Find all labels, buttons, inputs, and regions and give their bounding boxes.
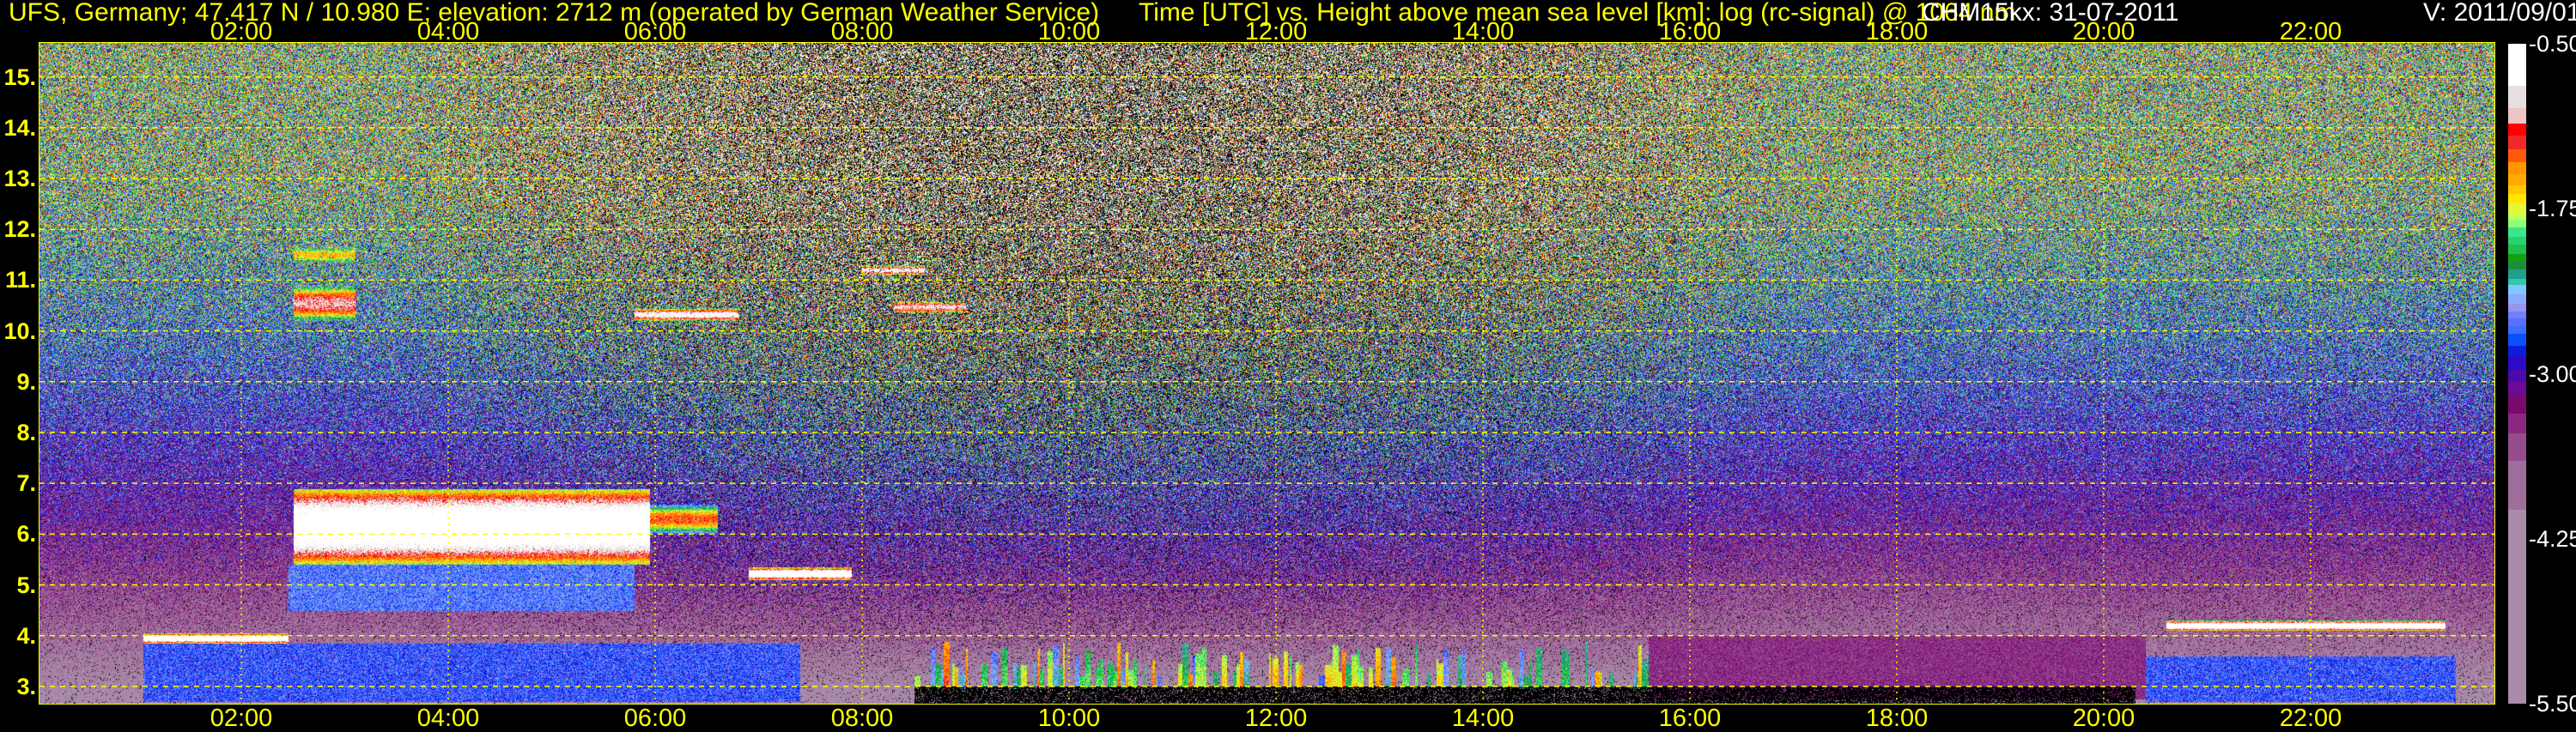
y-tick-label: 10. — [3, 318, 36, 344]
colorbar-segment — [2508, 244, 2526, 255]
y-tick-label: 5. — [16, 572, 36, 598]
colorbar-segment — [2508, 413, 2526, 434]
colorbar-segment — [2508, 285, 2526, 295]
y-tick-label: 6. — [16, 521, 36, 547]
x-tick-label-bottom: 10:00 — [1037, 705, 1101, 732]
colorbar-segment — [2508, 433, 2526, 462]
y-tick-label: 12. — [3, 216, 36, 243]
x-tick-label-top: 02:00 — [210, 18, 273, 45]
x-tick-label-top: 04:00 — [416, 18, 480, 45]
colorbar-segment — [2508, 194, 2526, 204]
colorbar-label: -3.00 — [2529, 360, 2576, 387]
colorbar-segment — [2508, 227, 2526, 238]
colorbar-segment — [2508, 185, 2526, 195]
y-tick-label: 15. — [3, 64, 36, 90]
instrument-date: CHM15kx: 31-07-2011 — [1922, 0, 2179, 27]
colorbar-segment — [2508, 461, 2526, 511]
x-tick-label-bottom: 04:00 — [416, 705, 480, 732]
colorbar-segment — [2508, 294, 2526, 305]
x-tick-label-bottom: 08:00 — [830, 705, 894, 732]
y-tick-label: 11. — [4, 267, 36, 293]
colorbar-label: -0.50 — [2529, 31, 2576, 57]
x-tick-label-top: 16:00 — [1658, 18, 1722, 45]
colorbar-segment — [2508, 124, 2526, 136]
colorbar — [2508, 44, 2526, 705]
colorbar-segment — [2508, 334, 2526, 347]
y-tick-label: 13. — [3, 166, 36, 192]
x-tick-label-top: 12:00 — [1244, 18, 1308, 45]
colorbar-segment — [2508, 346, 2526, 356]
colorbar-segment — [2508, 107, 2526, 124]
colorbar-segment — [2508, 369, 2526, 383]
colorbar-segment — [2508, 269, 2526, 280]
x-tick-label-top: 14:00 — [1451, 18, 1515, 45]
x-tick-label-bottom: 18:00 — [1865, 705, 1929, 732]
colorbar-segment — [2508, 174, 2526, 186]
colorbar-segment — [2508, 149, 2526, 163]
colorbar-segment — [2508, 395, 2526, 414]
colorbar-segment — [2508, 381, 2526, 396]
version-label: V: 2011/09/01 — [2423, 0, 2576, 27]
x-tick-label-top: 18:00 — [1865, 18, 1929, 45]
colorbar-label: -5.50 — [2529, 691, 2576, 717]
y-tick-label: 4. — [16, 622, 36, 649]
x-tick-label-top: 20:00 — [2072, 18, 2136, 45]
y-tick-label: 14. — [3, 114, 36, 141]
y-tick-label: 8. — [16, 419, 36, 445]
plot-frame — [39, 42, 2495, 705]
x-tick-label-bottom: 22:00 — [2279, 705, 2342, 732]
x-tick-label-top: 08:00 — [830, 18, 894, 45]
colorbar-label: -1.75 — [2529, 196, 2576, 222]
x-tick-label-top: 22:00 — [2279, 18, 2342, 45]
x-tick-label-bottom: 02:00 — [210, 705, 273, 732]
y-tick-label: 9. — [16, 368, 36, 395]
colorbar-segment — [2508, 203, 2526, 214]
y-tick-label: 7. — [16, 470, 36, 497]
colorbar-segment — [2508, 136, 2526, 150]
colorbar-segment — [2508, 509, 2526, 705]
colorbar-segment — [2508, 44, 2526, 87]
x-tick-label-bottom: 16:00 — [1658, 705, 1722, 732]
colorbar-segment — [2508, 162, 2526, 175]
colorbar-segment — [2508, 85, 2526, 109]
y-tick-label: 3. — [16, 673, 36, 699]
x-tick-label-bottom: 06:00 — [623, 705, 687, 732]
colorbar-segment — [2508, 354, 2526, 371]
station-info: UFS, Germany; 47.417 N / 10.980 E; eleva… — [9, 0, 1100, 27]
x-tick-label-bottom: 20:00 — [2072, 705, 2136, 732]
x-tick-label-bottom: 12:00 — [1244, 705, 1308, 732]
colorbar-label: -4.25 — [2529, 525, 2576, 552]
x-tick-label-top: 06:00 — [623, 18, 687, 45]
x-tick-label-top: 10:00 — [1037, 18, 1101, 45]
x-tick-label-bottom: 14:00 — [1451, 705, 1515, 732]
